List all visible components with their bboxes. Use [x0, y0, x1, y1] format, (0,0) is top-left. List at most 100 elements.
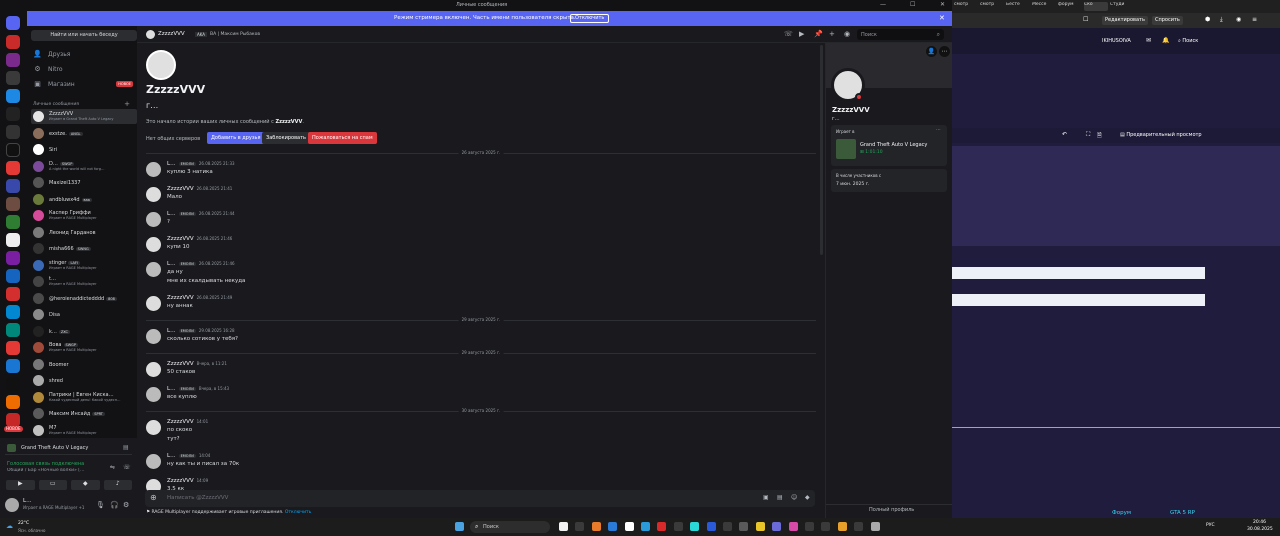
more-icon[interactable]: ⋯ — [936, 127, 941, 133]
signal-icon[interactable]: ⇋ — [110, 464, 115, 471]
dm-item[interactable]: shred — [31, 373, 137, 388]
message-input[interactable]: Написать @ZzzzzVVV — [167, 495, 228, 501]
nav-nitro[interactable]: ⚙ Nitro — [33, 63, 133, 75]
camera-button[interactable]: ▶ — [6, 480, 35, 490]
input-field[interactable] — [952, 267, 1205, 279]
taskbar-app-icon[interactable] — [837, 522, 847, 531]
clock-date[interactable]: 30.08.2025 — [1247, 527, 1273, 532]
edit-button[interactable]: Редактировать — [1102, 16, 1148, 25]
footer-gta-link[interactable]: GTA 5 RP — [1170, 510, 1195, 516]
avatar[interactable] — [146, 262, 161, 277]
taskbar-app-icon[interactable] — [624, 522, 634, 531]
disable-link[interactable]: Отключить — [285, 510, 311, 515]
browser-tab[interactable]: Студи — [1110, 2, 1134, 11]
taskbar-app-icon[interactable] — [805, 522, 814, 531]
scrollbar[interactable] — [820, 45, 823, 255]
dm-item[interactable]: Патрики | Евген Киска… Какой чудесный ден… — [31, 390, 137, 405]
screen-share-button[interactable]: ▭ — [38, 480, 67, 490]
dm-item[interactable]: Максим Инсайд SPRT — [31, 406, 137, 421]
dm-item[interactable]: Disa — [31, 307, 137, 322]
headphones-icon[interactable]: 🎧 — [110, 501, 119, 509]
message-author[interactable]: ZzzzzVVV 26.08.2025 21:46 — [167, 236, 232, 242]
server-icon[interactable] — [6, 125, 20, 139]
add-dm-icon[interactable]: + — [124, 100, 130, 108]
message-author[interactable]: L… ЕМОЛИ 26.08.2025 21:44 — [167, 211, 235, 217]
server-icon[interactable] — [6, 413, 20, 427]
extension-icon[interactable]: ⬢ — [1205, 16, 1210, 23]
taskbar-app-icon[interactable] — [559, 522, 568, 531]
taskbar-app-icon[interactable] — [690, 522, 700, 531]
avatar[interactable] — [146, 454, 161, 469]
taskbar-app-icon[interactable] — [706, 522, 716, 531]
message-author[interactable]: ZzzzzVVV 14:01 — [167, 419, 208, 425]
avatar[interactable] — [146, 329, 161, 344]
fullscreen-icon[interactable]: ⛶ — [1086, 131, 1090, 139]
dm-item[interactable]: @heroienaddictedddd 808 — [31, 291, 137, 306]
message-author[interactable]: L… ЕМОЛИ Вчера, в 15:43 — [167, 386, 229, 392]
taskbar-app-icon[interactable] — [575, 522, 585, 531]
download-icon[interactable]: ⤓ — [1220, 16, 1223, 24]
dm-item[interactable]: k… ZXC — [31, 324, 137, 339]
avatar[interactable] — [146, 212, 161, 227]
dm-item[interactable]: Maxizei1337 — [31, 175, 137, 190]
taskbar-search[interactable]: ⌕ Поиск — [470, 521, 550, 533]
avatar[interactable] — [146, 296, 161, 311]
dm-item[interactable]: Siri — [31, 142, 137, 157]
preview-button[interactable]: ▤ Предварительный просмотр — [1120, 132, 1202, 138]
profile-icon[interactable]: ◉ — [844, 30, 850, 38]
browser-tab[interactable]: Ско — [1084, 2, 1108, 11]
taskbar-app-icon[interactable] — [641, 522, 650, 531]
dm-item[interactable]: stinger LAFI Играет в RAGE Multiplayer — [31, 258, 137, 273]
server-icon[interactable] — [6, 287, 20, 301]
browser-tab[interactable]: форум — [1058, 2, 1082, 11]
taskbar-app-icon[interactable] — [854, 522, 864, 531]
avatar[interactable] — [146, 187, 161, 202]
profile-icon[interactable]: ◉ — [1236, 16, 1241, 23]
gift-icon[interactable]: ▣ — [763, 494, 769, 501]
sticker-icon[interactable]: ☺ — [791, 494, 797, 501]
message-author[interactable]: L… ЕМОЛИ 26.08.2025 21:46 — [167, 261, 235, 267]
discord-home-icon[interactable] — [6, 16, 20, 30]
close-banner-icon[interactable]: ✕ — [939, 14, 945, 22]
report-spam-button[interactable]: Пожаловаться на спам — [308, 132, 377, 144]
language[interactable]: РУС — [1206, 523, 1215, 528]
pin-icon[interactable]: 📌 — [814, 30, 823, 38]
server-icon[interactable] — [6, 107, 20, 121]
taskbar-app-icon[interactable] — [870, 522, 880, 531]
minimize-icon[interactable]: — — [880, 1, 886, 8]
server-icon[interactable] — [6, 89, 20, 103]
site-search[interactable]: ⌕ Поиск — [1178, 38, 1198, 44]
taskbar-app-icon[interactable] — [772, 522, 782, 531]
browser-tab[interactable]: Бесте — [1006, 2, 1030, 11]
save-icon[interactable]: 🗎 — [1097, 131, 1102, 141]
disable-streamer-button[interactable]: Отключить — [570, 14, 610, 23]
taskbar-app-icon[interactable] — [673, 522, 683, 531]
taskbar-app-icon[interactable] — [657, 522, 667, 531]
server-icon[interactable] — [6, 341, 20, 355]
gif-icon[interactable]: ▤ — [777, 494, 783, 501]
taskbar-app-icon[interactable] — [739, 522, 749, 531]
add-friend-icon[interactable]: 👤 — [926, 46, 937, 57]
server-icon[interactable] — [6, 359, 20, 373]
start-icon[interactable] — [455, 522, 464, 531]
browser-tab[interactable]: смотр — [980, 2, 1004, 11]
dm-item[interactable]: andbluwx4d ваа — [31, 192, 137, 207]
activity-icon[interactable]: ◆ — [805, 494, 810, 501]
dm-item[interactable]: exstze. ANGL — [31, 126, 137, 141]
disconnect-icon[interactable]: ☏ — [123, 464, 131, 471]
taskbar-app-icon[interactable] — [723, 522, 732, 531]
undo-icon[interactable]: ↶ — [1062, 131, 1067, 138]
add-friend-button[interactable]: Добавить в друзья — [207, 132, 265, 144]
add-friend-icon[interactable]: + — [829, 30, 835, 38]
game-settings-icon[interactable]: ▤ — [123, 444, 129, 451]
mic-icon[interactable]: 🎙 — [96, 501, 105, 509]
server-icon[interactable] — [6, 305, 20, 319]
browser-tab[interactable]: Мессе — [1032, 2, 1056, 11]
message-author[interactable]: ZzzzzVVV Вчера, в 11:21 — [167, 361, 227, 367]
avatar[interactable] — [146, 162, 161, 177]
voice-channel[interactable]: Общий / Бар «Ночные волки» [... — [7, 468, 107, 473]
full-profile-button[interactable]: Полный профиль — [869, 507, 914, 513]
taskbar-app-icon[interactable] — [788, 522, 798, 531]
dm-item[interactable]: ZzzzzVVV Играет в Grand Theft Auto V Lega… — [31, 109, 137, 124]
dm-item[interactable]: Леонид Гарданов — [31, 225, 137, 240]
